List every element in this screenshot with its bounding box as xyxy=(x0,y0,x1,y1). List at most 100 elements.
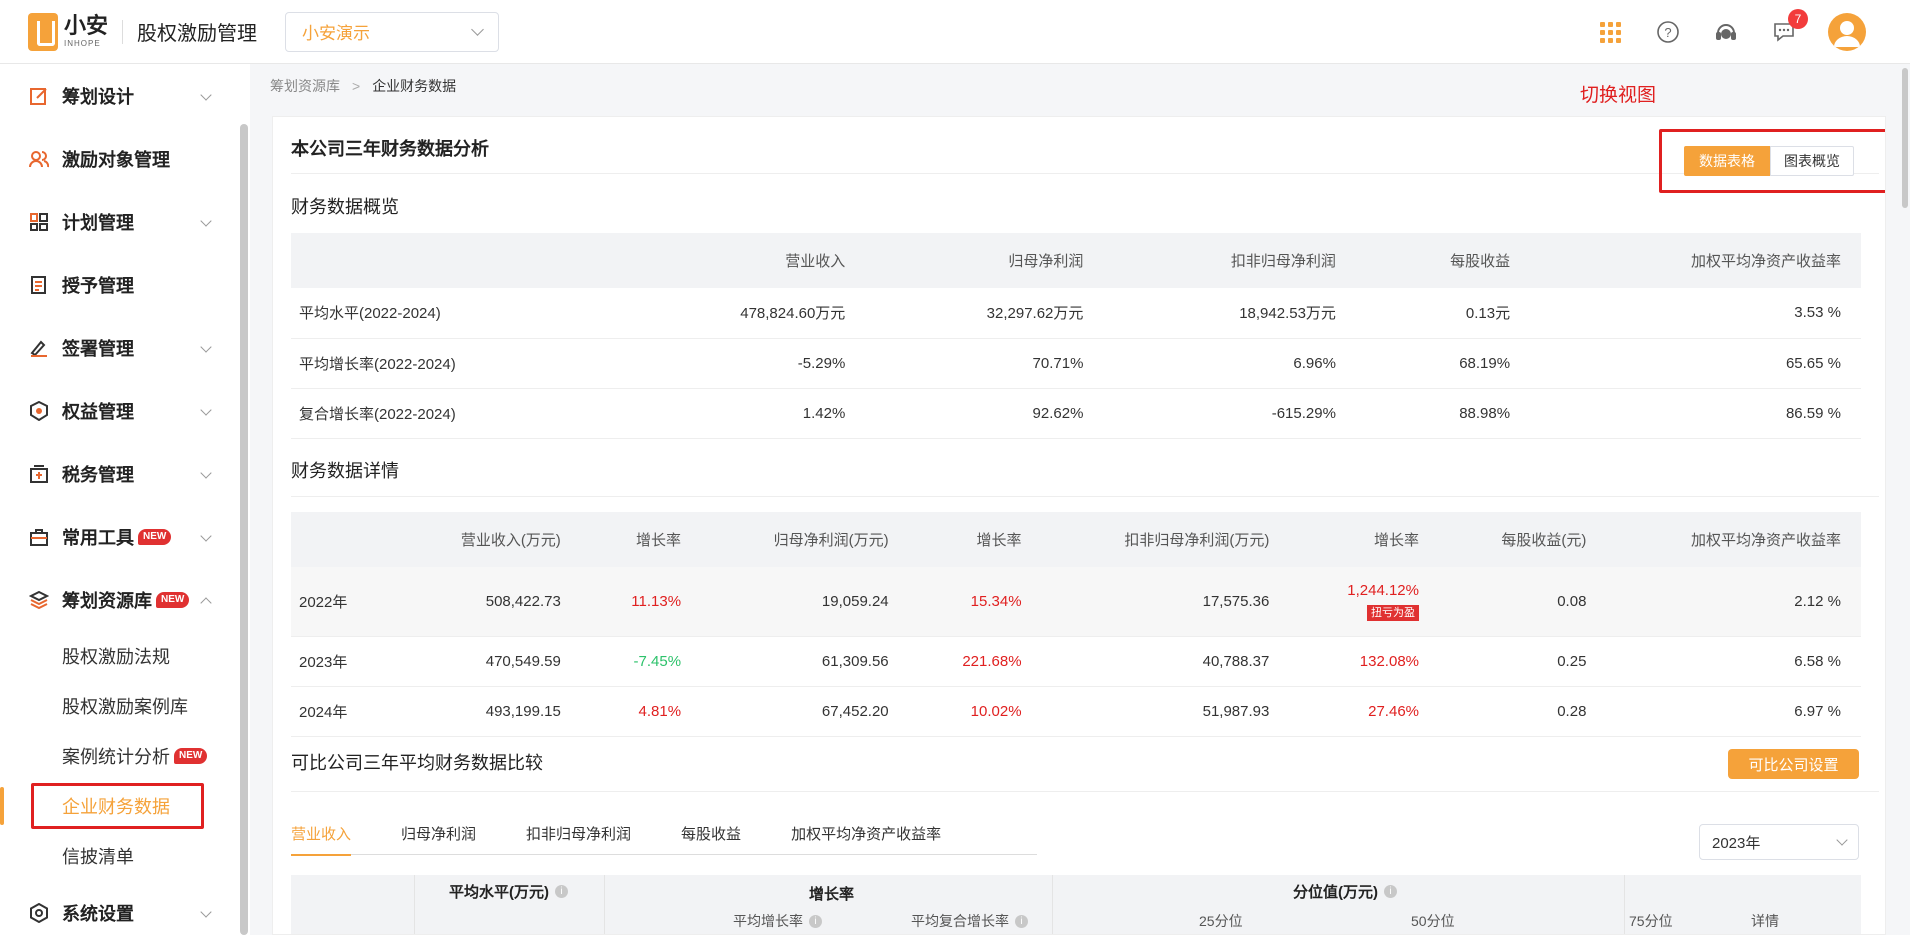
table-row: 2024年 493,199.15 4.81% 67,452.20 10.02% … xyxy=(291,686,1861,737)
table-cell: 2024年 xyxy=(291,686,394,737)
growth-header: 增长率 xyxy=(809,886,855,903)
table-cell: 6.58 % xyxy=(1606,636,1861,687)
customer-service-icon[interactable] xyxy=(1712,18,1740,46)
comparable-settings-button[interactable]: 可比公司设置 xyxy=(1728,749,1859,779)
help-icon[interactable]: ? xyxy=(1654,18,1682,46)
badge-icon xyxy=(28,400,50,422)
sidebar-item-signing-management[interactable]: 签署管理 xyxy=(0,316,238,379)
turnaround-tag: 扭亏为盈 xyxy=(1367,604,1419,621)
column-header xyxy=(291,233,613,288)
sidebar-item-equity-management[interactable]: 权益管理 xyxy=(0,379,238,442)
org-select-value: 小安演示 xyxy=(302,24,371,43)
sidebar-item-plan-management[interactable]: 计划管理 xyxy=(0,190,238,253)
sidebar-subitem-regulations[interactable]: 股权激励法规 xyxy=(0,631,238,681)
column-header: 每股收益(元) xyxy=(1439,512,1607,567)
message-icon[interactable]: 7 xyxy=(1770,9,1808,46)
table-header-row: 营业收入 归母净利润 扣非归母净利润 每股收益 加权平均净资产收益率 xyxy=(291,233,1861,288)
active-indicator xyxy=(0,787,4,825)
table-cell: 3.53 % xyxy=(1530,288,1861,339)
tab-deducted-net-profit[interactable]: 扣非归母净利润 xyxy=(526,811,631,855)
brand-logo[interactable]: 小安 INHOPE xyxy=(28,12,109,51)
sidebar-item-system-settings[interactable]: 系统设置 xyxy=(0,881,238,935)
column-header: 营业收入(万元) xyxy=(393,512,581,567)
chevron-down-icon xyxy=(200,215,212,227)
tab-roe[interactable]: 加权平均净资产收益率 xyxy=(791,811,941,855)
sidebar-subitem-financial-data[interactable]: 企业财务数据 xyxy=(0,781,238,831)
header-label: 平均水平(万元) xyxy=(449,884,549,901)
sidebar-item-planning-design[interactable]: 筹划设计 xyxy=(0,64,238,127)
data-table-view-button[interactable]: 数据表格 xyxy=(1684,146,1770,176)
app-title: 股权激励管理 xyxy=(137,23,258,45)
info-icon[interactable]: i xyxy=(1384,885,1397,898)
avg-level-header: 平均水平(万元) i xyxy=(449,881,568,902)
sidebar-item-label: 筹划设计 xyxy=(62,86,134,107)
sidebar-item-resource-library[interactable]: 筹划资源库 NEW xyxy=(0,568,238,631)
header-label: 分位值(万元) xyxy=(1293,884,1378,901)
column-header: 加权平均净资产收益率 xyxy=(1530,233,1861,288)
chevron-right-icon: > xyxy=(352,78,361,94)
table-cell: 0.13元 xyxy=(1355,288,1531,339)
column-header: 归母净利润(万元) xyxy=(701,512,909,567)
table-cell: 19,059.24 xyxy=(701,567,909,637)
divider xyxy=(122,19,124,44)
sidebar-item-common-tools[interactable]: 常用工具 NEW xyxy=(0,505,238,568)
column-header: 归母净利润 xyxy=(865,233,1104,288)
breadcrumb: 筹划资源库 > 企业财务数据 xyxy=(270,76,456,96)
sidebar-item-label: 激励对象管理 xyxy=(62,149,170,170)
cagr-subheader: 平均复合增长率 i xyxy=(911,911,1028,931)
brand-name: 小安 xyxy=(64,13,109,38)
divider xyxy=(291,496,1879,497)
table-cell: -7.45% xyxy=(580,636,702,687)
table-cell: 0.08 xyxy=(1439,567,1607,637)
overview-table: 营业收入 归母净利润 扣非归母净利润 每股收益 加权平均净资产收益率 平均水平(… xyxy=(291,233,1861,439)
svg-text:?: ? xyxy=(1664,25,1671,40)
table-cell: 2023年 xyxy=(291,636,394,687)
highlight-box xyxy=(31,783,204,829)
sidebar-subitem-case-library[interactable]: 股权激励案例库 xyxy=(0,681,238,731)
overview-section-title: 财务数据概览 xyxy=(291,197,399,217)
sidebar-item-incentive-targets[interactable]: 激励对象管理 xyxy=(0,127,238,190)
sidebar-item-label: 权益管理 xyxy=(62,401,134,422)
financial-analysis-card: 本公司三年财务数据分析 数据表格 图表概览 财务数据概览 营业收入 归母净利润 … xyxy=(272,116,1886,935)
org-select[interactable]: 小安演示 xyxy=(285,11,500,52)
year-select[interactable]: 2023年 xyxy=(1699,824,1859,860)
info-icon[interactable]: i xyxy=(1015,914,1028,928)
avatar[interactable] xyxy=(1828,13,1866,51)
info-icon[interactable]: i xyxy=(809,914,822,928)
sidebar-subitem-label: 股权激励法规 xyxy=(62,647,170,667)
chart-overview-view-button[interactable]: 图表概览 xyxy=(1770,146,1854,176)
column-header: 营业收入 xyxy=(612,233,866,288)
sidebar-item-label: 税务管理 xyxy=(62,464,134,485)
main-scrollbar[interactable] xyxy=(1902,68,1908,208)
sidebar-item-grant-management[interactable]: 授予管理 xyxy=(0,253,238,316)
brand-name-en: INHOPE xyxy=(64,39,101,48)
table-row: 平均增长率(2022-2024) -5.29% 70.71% 6.96% 68.… xyxy=(291,338,1861,389)
breadcrumb-parent[interactable]: 筹划资源库 xyxy=(270,76,340,96)
new-badge: NEW xyxy=(174,748,208,764)
apps-grid-icon[interactable] xyxy=(1596,18,1624,46)
users-icon xyxy=(28,148,50,170)
top-bar: 小安 INHOPE 股权激励管理 小安演示 ? 7 xyxy=(0,0,1910,64)
tab-net-profit[interactable]: 归母净利润 xyxy=(401,811,476,855)
tab-eps[interactable]: 每股收益 xyxy=(681,811,741,855)
sidebar-scrollbar[interactable] xyxy=(240,124,248,935)
table-row: 2022年 508,422.73 11.13% 19,059.24 15.34%… xyxy=(291,567,1861,637)
column-divider xyxy=(291,875,415,934)
table-cell: 2.12 % xyxy=(1606,567,1861,637)
tab-revenue[interactable]: 营业收入 xyxy=(291,811,352,856)
info-icon[interactable]: i xyxy=(555,885,568,898)
sidebar-subitem-disclosure-list[interactable]: 信披清单 xyxy=(0,831,238,881)
table-cell: 17,575.36 xyxy=(1041,567,1290,637)
sidebar-item-tax-management[interactable]: 税务管理 xyxy=(0,442,238,505)
table-cell: 132.08% xyxy=(1289,636,1439,687)
notification-badge: 7 xyxy=(1788,9,1808,29)
sidebar-subitem-case-statistics[interactable]: 案例统计分析 NEW xyxy=(0,731,238,781)
table-cell: 复合增长率(2022-2024) xyxy=(291,388,613,439)
card-title: 本公司三年财务数据分析 xyxy=(291,139,489,159)
p25-subheader: 25分位 xyxy=(1199,913,1243,929)
table-cell: 508,422.73 xyxy=(393,567,581,637)
divider xyxy=(291,791,1879,792)
table-cell: 493,199.15 xyxy=(393,686,581,737)
sidebar-item-label: 筹划资源库 xyxy=(62,590,152,611)
logo-icon xyxy=(28,12,58,51)
